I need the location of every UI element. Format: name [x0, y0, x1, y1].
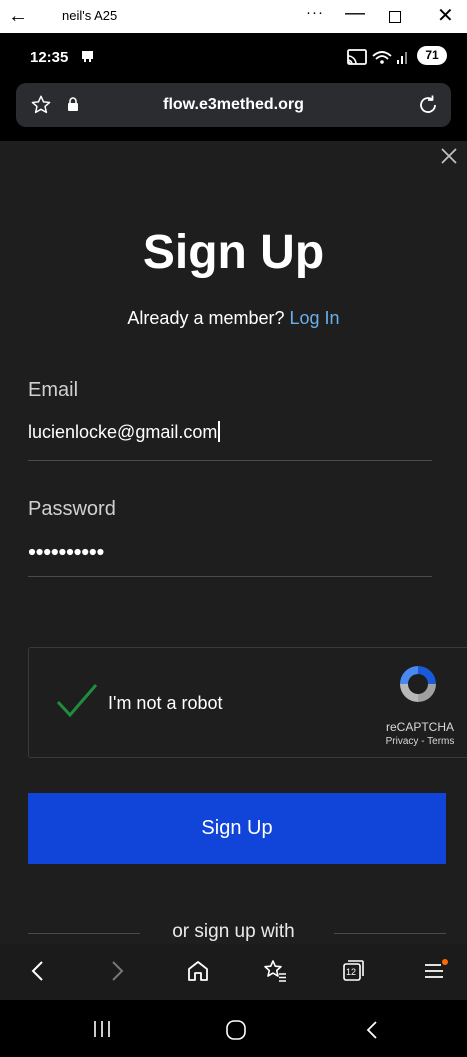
back-icon[interactable]: [25, 958, 51, 984]
window-titlebar: ← neil's A25 ··· — ✕: [0, 0, 467, 33]
forward-icon[interactable]: [104, 958, 130, 984]
menu-icon[interactable]: [422, 958, 448, 984]
password-dot: [51, 548, 58, 556]
captcha-links[interactable]: Privacy - Terms: [365, 736, 467, 747]
bookmarks-icon[interactable]: [262, 958, 288, 984]
password-dot: [74, 548, 81, 556]
password-label: Password: [28, 498, 116, 520]
home-icon[interactable]: [185, 958, 211, 984]
email-value: lucienlocke@gmail.com: [28, 422, 218, 442]
member-prompt-text: Already a member?: [127, 308, 285, 328]
password-dot: [82, 548, 89, 556]
status-icons: [347, 49, 407, 65]
battery-level: 71: [417, 46, 447, 65]
divider-right: [334, 933, 446, 934]
reload-icon[interactable]: [416, 93, 440, 117]
nav-home-icon[interactable]: [225, 1020, 247, 1040]
password-dot: [66, 548, 74, 556]
captcha-label: I'm not a robot: [108, 693, 223, 713]
tabs-button[interactable]: 12: [340, 958, 366, 984]
more-icon[interactable]: ···: [306, 4, 324, 21]
status-time: 12:35: [30, 49, 69, 66]
signal-icon: [397, 52, 407, 64]
password-dot: [44, 548, 51, 556]
wifi-icon: [372, 51, 392, 64]
password-dot: [89, 548, 96, 556]
password-dot: [36, 548, 43, 556]
member-prompt: Already a member? Log In: [0, 308, 467, 329]
recaptcha-widget: I'm not a robot reCAPTCHA Privacy - Term…: [28, 647, 467, 758]
cast-icon: [347, 49, 367, 65]
browser-toolbar: 12: [0, 944, 467, 1000]
url-bar[interactable]: flow.e3methed.org: [16, 83, 451, 127]
email-field[interactable]: lucienlocke@gmail.com: [28, 421, 220, 443]
window-title: neil's A25: [62, 8, 118, 23]
text-caret: [218, 421, 220, 442]
signup-button[interactable]: Sign Up: [28, 793, 446, 864]
checkmark-icon[interactable]: [55, 682, 99, 718]
tab-count: 12: [345, 967, 356, 977]
minimize-icon[interactable]: —: [345, 2, 365, 25]
signup-page: Sign Up Already a member? Log In Email l…: [0, 141, 467, 1013]
password-field[interactable]: [28, 547, 108, 557]
phone-screen: 12:35 71 flow.e3methed.org Sign Up Alrea…: [0, 33, 467, 1057]
close-icon[interactable]: ✕: [437, 3, 454, 27]
password-dot: [59, 548, 66, 556]
recents-icon[interactable]: [92, 1020, 112, 1038]
nav-back-icon[interactable]: [364, 1020, 380, 1040]
android-nav-bar: [0, 1000, 467, 1057]
email-underline: [28, 460, 432, 461]
captcha-brand: reCAPTCHA: [385, 720, 454, 734]
maximize-icon[interactable]: [389, 11, 401, 23]
page-title: Sign Up: [142, 226, 325, 279]
status-bar: 12:35 71: [0, 33, 467, 79]
recaptcha-logo-icon: [400, 666, 436, 702]
url-text[interactable]: flow.e3methed.org: [16, 96, 451, 114]
password-underline: [28, 576, 432, 577]
login-link[interactable]: Log In: [290, 308, 340, 328]
alt-signup-text: or sign up with: [172, 921, 295, 942]
notification-icon: [82, 51, 93, 62]
password-dot: [28, 548, 36, 556]
email-label: Email: [28, 379, 79, 401]
back-arrow-icon[interactable]: ←: [8, 4, 28, 28]
close-x-icon[interactable]: [438, 145, 460, 167]
password-dot: [97, 548, 104, 556]
